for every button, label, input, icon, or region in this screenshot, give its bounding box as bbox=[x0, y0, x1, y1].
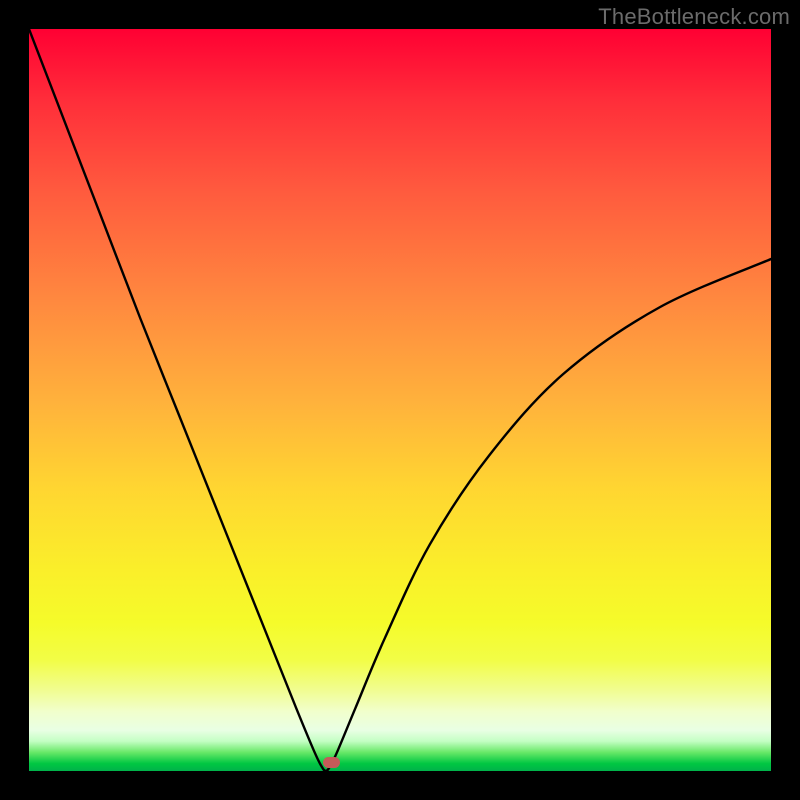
plot-area bbox=[29, 29, 771, 771]
chart-frame: TheBottleneck.com bbox=[0, 0, 800, 800]
curve-svg bbox=[29, 29, 771, 771]
optimum-marker bbox=[323, 757, 340, 768]
watermark-text: TheBottleneck.com bbox=[598, 4, 790, 30]
bottleneck-curve-path bbox=[29, 29, 771, 771]
